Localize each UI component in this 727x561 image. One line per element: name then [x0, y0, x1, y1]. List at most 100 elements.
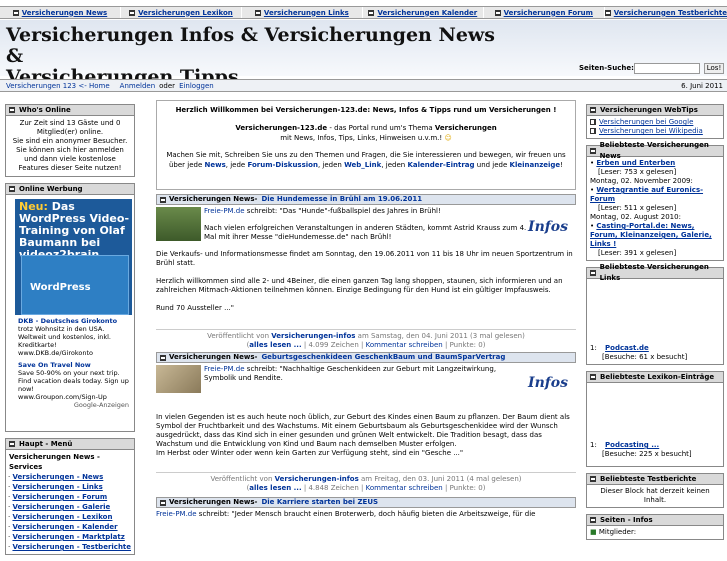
square-icon	[604, 9, 611, 16]
tests-box: Beliebteste Testberichte Dieser Block ha…	[586, 473, 724, 508]
webtips-box: Versicherungen WebTips Versicherungen be…	[586, 104, 724, 139]
page-info-header[interactable]: Seiten - Infos	[587, 515, 723, 526]
login-link[interactable]: Anmelden	[120, 82, 155, 90]
collapse-icon[interactable]	[590, 476, 596, 482]
webtip-wikipedia-link[interactable]: Versicherungen bei Wikipedia	[599, 127, 703, 135]
popular-lexikon-header[interactable]: Beliebteste Lexikon-Einträge	[587, 372, 723, 383]
register-link[interactable]: Einloggen	[179, 82, 214, 90]
menu-item[interactable]: · Versicherungen - Galerie	[8, 502, 132, 512]
popular-news-link[interactable]: Casting-Portal.de: News, Forum, Kleinanz…	[590, 222, 712, 248]
webtips-header[interactable]: Versicherungen WebTips	[587, 105, 723, 116]
collapse-icon[interactable]	[9, 441, 15, 447]
article-title-link[interactable]: Die Karriere starten bei ZEUS	[261, 497, 378, 508]
top-nav-lexikon[interactable]: Versicherungen Lexikon	[121, 7, 242, 18]
werbung-box: Online Werbung Neu: Das WordPress Video-…	[5, 183, 135, 432]
webtip-google-link[interactable]: Versicherungen bei Google	[599, 118, 693, 126]
top-nav-news[interactable]: Versicherungen News	[0, 7, 121, 18]
welcome-link-news[interactable]: News	[205, 161, 226, 169]
book-image: WordPress	[21, 255, 129, 315]
article-meta: Veröffentlicht von Versicherungen-infos …	[156, 329, 576, 350]
top-nav-forum[interactable]: Versicherungen Forum	[484, 7, 605, 18]
ad-dkb-title[interactable]: DKB - Deutsches Girokonto	[18, 317, 117, 325]
current-date: 6. Juni 2011	[681, 81, 723, 90]
popular-link[interactable]: Podcast.de	[605, 344, 649, 352]
welcome-link-forum[interactable]: Forum-Diskussion	[247, 161, 317, 169]
square-icon	[160, 354, 166, 361]
menu-item[interactable]: · Versicherungen - Testberichte	[8, 542, 132, 552]
read-more-link[interactable]: alles lesen ...	[249, 341, 301, 349]
collapse-icon[interactable]	[590, 148, 596, 154]
top-nav-testberichte[interactable]: Versicherungen Testberichte	[604, 7, 727, 18]
smiley-icon: ☺	[444, 134, 452, 142]
welcome-link-kleinanzeige[interactable]: Kleinanzeige	[510, 161, 561, 169]
menu-item[interactable]: · Versicherungen - Links	[8, 482, 132, 492]
breadcrumb: Versicherungen 123 <- Home Anmelden oder…	[0, 79, 727, 92]
collapse-icon[interactable]	[590, 107, 596, 113]
popular-lexikon-box: Beliebteste Lexikon-Einträge 1: Podcasti…	[586, 371, 724, 467]
popular-news-link[interactable]: Wertagrantie auf Euronics-Forum	[590, 186, 703, 203]
link-icon	[590, 128, 596, 134]
tests-header[interactable]: Beliebteste Testberichte	[587, 474, 723, 485]
dog-thumbnail[interactable]	[156, 207, 201, 241]
comment-link[interactable]: Kommentar schreiben	[366, 484, 443, 492]
ad-travel-title[interactable]: Save On Travel Now	[18, 361, 91, 369]
article-header: Versicherungen News - Die Karriere start…	[156, 497, 576, 508]
collapse-icon[interactable]	[9, 186, 15, 192]
welcome-box: Herzlich Willkommen bei Versicherungen-1…	[156, 100, 576, 190]
home-link[interactable]: Versicherungen 123 <- Home	[6, 82, 110, 90]
who-online-header[interactable]: Who's Online	[6, 105, 134, 116]
square-icon	[160, 499, 166, 506]
collapse-icon[interactable]	[9, 107, 15, 113]
collapse-icon[interactable]	[590, 374, 596, 380]
menu-item[interactable]: · Versicherungen - Kalender	[8, 522, 132, 532]
menu-item[interactable]: · Versicherungen - Forum	[8, 492, 132, 502]
menu-item[interactable]: · Versicherungen - Lexikon	[8, 512, 132, 522]
search-label: Seiten-Suche:	[579, 64, 634, 72]
menu-item[interactable]: · Versicherungen - News	[8, 472, 132, 482]
article-title-link[interactable]: Geburtsgeschenkideen GeschenkBaum und Ba…	[261, 352, 505, 363]
search-button[interactable]: Los!	[704, 63, 724, 74]
welcome-link-weblink[interactable]: Web_Link	[344, 161, 381, 169]
article: Versicherungen News - Die Karriere start…	[156, 497, 576, 521]
right-column: Versicherungen WebTips Versicherungen be…	[586, 104, 724, 546]
square-icon	[129, 9, 136, 16]
search-input[interactable]	[634, 63, 700, 74]
top-nav-links[interactable]: Versicherungen Links	[242, 7, 363, 18]
main-menu-box: Haupt - Menü Versicherungen News - Servi…	[5, 438, 135, 555]
popular-links-box: Beliebteste Versicherungen Links 1: Podc…	[586, 263, 724, 365]
square-icon	[254, 9, 261, 16]
welcome-link-kalender[interactable]: Kalender-Eintrag	[407, 161, 474, 169]
article-header: Versicherungen News - Geburtsgeschenkide…	[156, 352, 576, 363]
popular-news-link[interactable]: Erben und Enterben	[596, 159, 675, 167]
left-column: Who's Online Zur Zeit sind 13 Gäste und …	[5, 104, 135, 561]
top-nav: Versicherungen News Versicherungen Lexik…	[0, 6, 727, 19]
infos-logo: Infos	[528, 219, 568, 235]
comment-link[interactable]: Kommentar schreiben	[366, 341, 443, 349]
wood-thumbnail[interactable]	[156, 365, 201, 393]
popular-links-header[interactable]: Beliebteste Versicherungen Links	[587, 263, 723, 282]
top-nav-kalender[interactable]: Versicherungen Kalender	[363, 7, 484, 18]
article-meta: Veröffentlicht von Versicherungen-infos …	[156, 472, 576, 493]
main-menu-header[interactable]: Haupt - Menü	[6, 439, 134, 450]
read-more-link[interactable]: alles lesen ...	[249, 484, 301, 492]
article: Versicherungen News - Geburtsgeschenkide…	[156, 352, 576, 493]
site-header: Versicherungen Infos & Versicherungen Ne…	[0, 20, 727, 88]
collapse-icon[interactable]	[590, 517, 596, 523]
werbung-header[interactable]: Online Werbung	[6, 184, 134, 195]
members-icon: ■	[590, 528, 597, 536]
menu-item[interactable]: · Versicherungen - Marktplatz	[8, 532, 132, 542]
page-info-box: Seiten - Infos ■ Mitglieder:	[586, 514, 724, 540]
infos-logo: Infos	[528, 375, 568, 391]
popular-lexikon-link[interactable]: Podcasting ...	[605, 441, 659, 449]
popular-news-header[interactable]: Beliebteste Versicherungen News	[587, 141, 723, 160]
article: Versicherungen News - Die Hundemesse in …	[156, 194, 576, 350]
square-icon	[12, 9, 19, 16]
ad-banner[interactable]: Neu: Das WordPress Video-Training von Ol…	[15, 199, 132, 427]
square-icon	[494, 9, 501, 16]
article-header: Versicherungen News - Die Hundemesse in …	[156, 194, 576, 205]
collapse-icon[interactable]	[590, 270, 596, 276]
popular-news-box: Beliebteste Versicherungen News • Erben …	[586, 141, 724, 261]
who-online-box: Who's Online Zur Zeit sind 13 Gäste und …	[5, 104, 135, 177]
main-content: Herzlich Willkommen bei Versicherungen-1…	[156, 100, 576, 521]
article-title-link[interactable]: Die Hundemesse in Brühl am 19.06.2011	[261, 194, 422, 205]
